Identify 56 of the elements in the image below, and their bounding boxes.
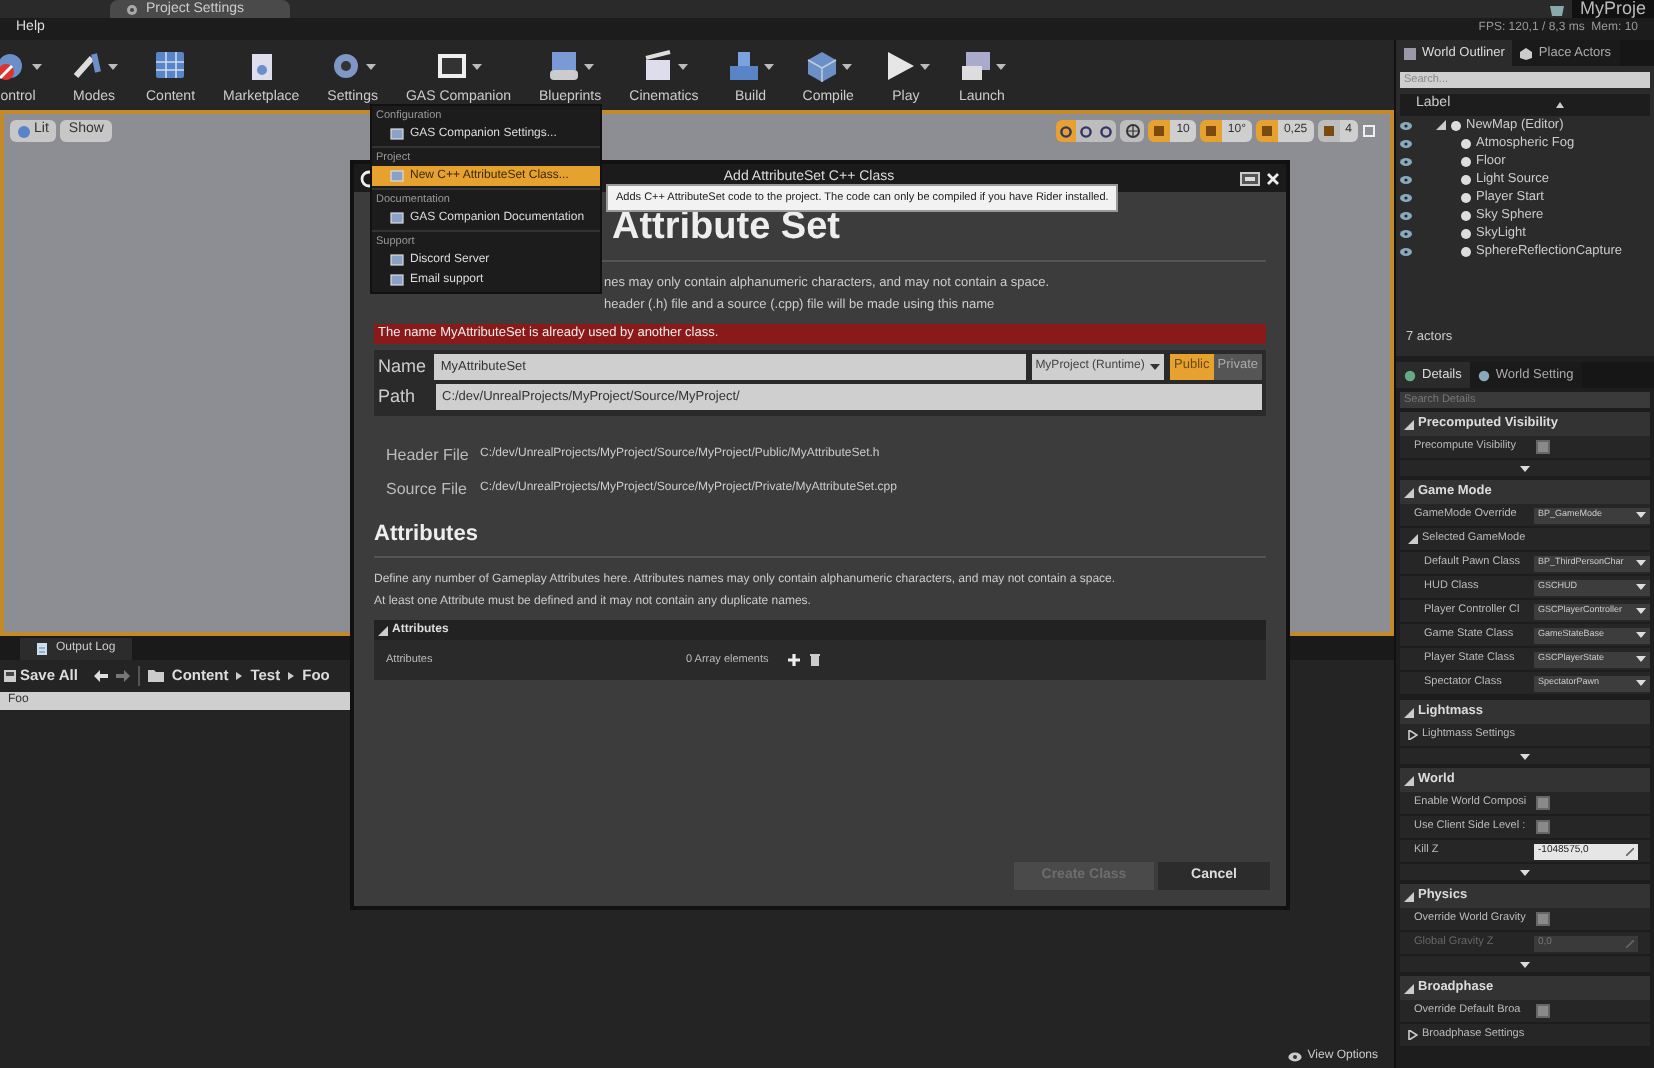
add-button[interactable]: [788, 654, 801, 666]
chevron-icon: [288, 672, 295, 680]
sort-arrow-icon: [1556, 102, 1564, 108]
file-label: Source File: [386, 477, 468, 501]
blocks-icon: [726, 48, 763, 84]
snap-toggle[interactable]: [1255, 120, 1278, 142]
caret-icon: [1636, 656, 1646, 662]
expanded-arrow-icon: [1404, 707, 1414, 717]
caret-icon: [1636, 608, 1646, 614]
eye-icon: [1287, 1052, 1302, 1062]
restore-icon: [1240, 171, 1260, 185]
trash-icon: [810, 654, 821, 666]
transform-button[interactable]: [1076, 120, 1097, 142]
caret-icon: [1636, 512, 1646, 518]
field-label: Name: [378, 353, 429, 379]
caret-icon: [1636, 680, 1646, 686]
world-button[interactable]: [1120, 120, 1145, 142]
expanded-arrow-icon: [1404, 487, 1414, 497]
caret-icon: [1636, 632, 1646, 638]
checkbox[interactable]: [1536, 1004, 1550, 1018]
menu-item-icon: [390, 212, 404, 224]
menu-item-icon: [390, 128, 404, 140]
checkbox[interactable]: [1536, 820, 1550, 834]
checkbox[interactable]: [1536, 796, 1550, 810]
field-label: Path: [378, 384, 418, 410]
project-name: MyProje: [1571, 0, 1654, 18]
snap-toggle[interactable]: [1148, 120, 1171, 142]
grid-icon: [152, 48, 189, 84]
transform-button[interactable]: [1056, 120, 1077, 142]
back-arrow-icon: [93, 670, 108, 682]
maximize-icon: [1362, 124, 1376, 138]
chevron-icon: [236, 672, 243, 680]
snap-toggle[interactable]: [1199, 120, 1222, 142]
checkbox[interactable]: [1536, 912, 1550, 926]
delete-button[interactable]: [810, 654, 821, 666]
caret-icon: [1636, 560, 1646, 566]
expanded-arrow-icon: [1404, 983, 1414, 993]
menu-item-icon: [390, 170, 404, 182]
caret-icon: [1636, 584, 1646, 590]
sphere-icon: [18, 125, 30, 137]
folder-icon: [147, 670, 164, 682]
expanded-arrow-icon: [1404, 419, 1414, 429]
checkbox[interactable]: [1536, 440, 1550, 454]
expanded-arrow-icon: [1404, 891, 1414, 901]
file-label: Header File: [386, 443, 468, 467]
dialog-heading: Attribute Set: [612, 208, 842, 246]
expanded-arrow-icon: [1404, 775, 1414, 785]
close-icon: [1266, 171, 1280, 185]
plus-icon: [788, 654, 801, 666]
caret-icon: [1150, 363, 1161, 370]
section-heading: Attributes: [374, 519, 480, 549]
document-icon: [36, 642, 48, 656]
forward-arrow-icon: [115, 670, 130, 682]
save-icon: [4, 670, 16, 682]
snap-toggle[interactable]: [1317, 120, 1340, 142]
transform-button[interactable]: [1096, 120, 1117, 142]
